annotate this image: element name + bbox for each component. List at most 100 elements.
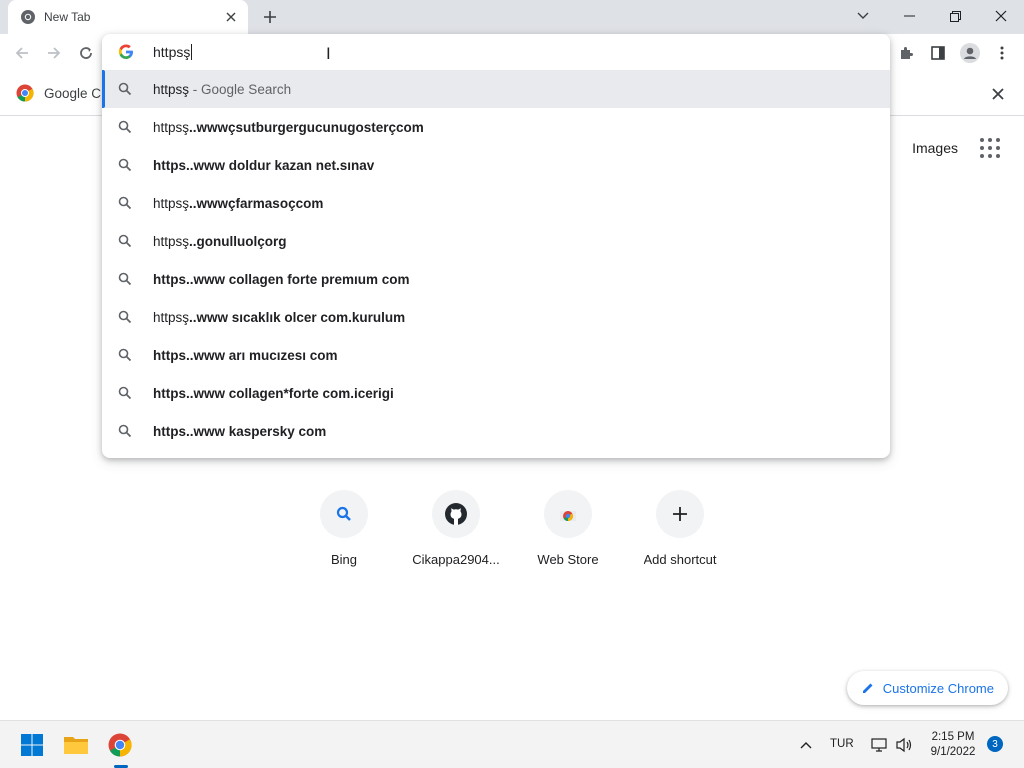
notification-badge[interactable]: 3 [987,736,1003,752]
arrow-left-icon [15,47,28,59]
suggestion-text: https..www kaspersky com [153,423,327,439]
suggestion-row[interactable]: https..www collagen*forte com.icerigi [102,374,890,412]
arrow-right-icon [48,47,61,59]
search-icon [118,234,132,248]
shortcut-github[interactable]: Cikappa2904... [400,490,512,567]
images-link[interactable]: Images [912,140,958,156]
omnibox-dropdown: httpsş I httpsş - Google Search httpsş..… [102,34,890,458]
suggestion-row[interactable]: https..www kaspersky com [102,412,890,450]
tab-search-button[interactable] [840,2,886,30]
suggestion-text: https..www collagen forte premıum com [153,271,410,287]
plus-icon [264,11,276,23]
suggestion-text: httpsş..gonulluolçorg [153,233,287,249]
back-button[interactable] [10,41,34,65]
profile-button[interactable] [958,41,982,65]
chrome-taskbar-button[interactable] [104,729,136,761]
folder-icon [64,737,88,754]
suggestion-row[interactable]: httpsş..www sıcaklık olcer com.kurulum [102,298,890,336]
windows-logo-icon [21,734,43,756]
search-icon [118,120,132,134]
suggestion-row[interactable]: httpsş..wwwçfarmasoçcom [102,184,890,222]
customize-chrome-button[interactable]: Customize Chrome [846,671,1008,705]
shortcut-label: Cikappa2904... [412,552,500,567]
extensions-button[interactable] [894,41,918,65]
search-icon [118,82,132,96]
suggestion-text: https..www doldur kazan net.sınav [153,157,375,173]
google-apps-icon[interactable] [980,138,1000,158]
ibeam-cursor-icon: I [326,44,331,63]
suggestion-row[interactable]: https..www collagen forte premıum com [102,260,890,298]
clock-time: 2:15 PM [931,731,975,743]
text-caret [191,44,193,60]
clock[interactable]: 2:15 PM 9/1/2022 [928,730,978,760]
clock-date: 9/1/2022 [930,746,976,758]
suggestion-row[interactable]: httpsş..gonulluolçorg [102,222,890,260]
pencil-icon [862,683,873,693]
input-language[interactable]: TUR [830,738,854,750]
suggestion-row[interactable]: httpsş..wwwçsutburgergucunugosterçcom [102,108,890,146]
tab-new-tab[interactable]: New Tab [8,0,248,34]
bookmark-label: Google C [44,85,102,101]
shortcut-label: Add shortcut [643,552,717,567]
customize-label: Customize Chrome [882,680,994,696]
side-panel-icon [931,46,945,60]
show-hidden-icons-button[interactable] [790,729,822,761]
side-panel-button[interactable] [926,41,950,65]
close-icon [992,88,1004,100]
network-icon [871,738,887,752]
tab-strip: New Tab [0,0,1024,34]
shortcut-bing[interactable]: Bing [288,490,400,567]
chrome-logo-icon [108,733,132,757]
reload-button[interactable] [74,41,98,65]
suggestion-text: httpsş..wwwçsutburgergucunugosterçcom [153,119,424,135]
tab-title: New Tab [44,10,91,24]
minimize-icon [903,15,915,17]
restore-button[interactable] [932,2,978,30]
avatar-icon [960,43,980,63]
close-bar-button[interactable] [988,84,1008,104]
more-vert-icon [1000,46,1004,60]
ntp-top-links: il Images [884,138,1000,158]
search-icon [118,386,132,400]
puzzle-icon [901,47,913,59]
speaker-icon [896,737,912,753]
search-icon [118,196,132,210]
close-window-button[interactable] [978,2,1024,30]
plus-icon [673,507,687,521]
bookmark-google-chrome[interactable]: Google C [16,84,101,102]
menu-button[interactable] [990,41,1014,65]
chevron-down-icon [857,12,869,19]
forward-button[interactable] [42,41,66,65]
chrome-logo-icon [16,84,34,102]
suggestion-row[interactable]: https..www doldur kazan net.sınav [102,146,890,184]
windows-taskbar: TUR 2:15 PM 9/1/2022 [0,720,1024,768]
new-tab-button[interactable] [258,6,282,28]
omnibox[interactable]: httpsş I [102,34,890,70]
suggestion-text: https..www collagen*forte com.icerigi [153,385,394,401]
suggestion-list: httpsş - Google Search httpsş..wwwçsutbu… [102,70,890,450]
shortcut-web-store[interactable]: Web Store [512,490,624,567]
minimize-button[interactable] [886,2,932,30]
suggestion-row[interactable]: httpsş - Google Search [102,70,890,108]
search-icon [118,348,132,362]
search-icon [118,310,132,324]
close-tab-icon[interactable] [222,8,240,26]
suggestion-row[interactable]: https..www arı mucızesı com [102,336,890,374]
close-icon [995,10,1007,22]
volume-button[interactable] [888,729,920,761]
start-button[interactable] [16,729,48,761]
shortcut-label: Web Store [537,552,599,567]
search-icon [118,424,132,438]
google-g-icon [118,44,133,59]
github-icon [445,503,467,525]
reload-icon [80,47,92,59]
file-explorer-button[interactable] [60,729,92,761]
shortcut-label: Bing [330,552,358,567]
shortcuts-grid: Bing Cikappa2904... Web Store Add shortc… [288,490,736,567]
omnibox-input[interactable]: httpsş [153,44,193,60]
search-icon [118,158,132,172]
search-icon [118,272,132,286]
suggestion-text: httpsş - Google Search [153,81,292,97]
suggestion-text: httpsş..wwwçfarmasoçcom [153,195,324,211]
shortcut-add[interactable]: Add shortcut [624,490,736,567]
